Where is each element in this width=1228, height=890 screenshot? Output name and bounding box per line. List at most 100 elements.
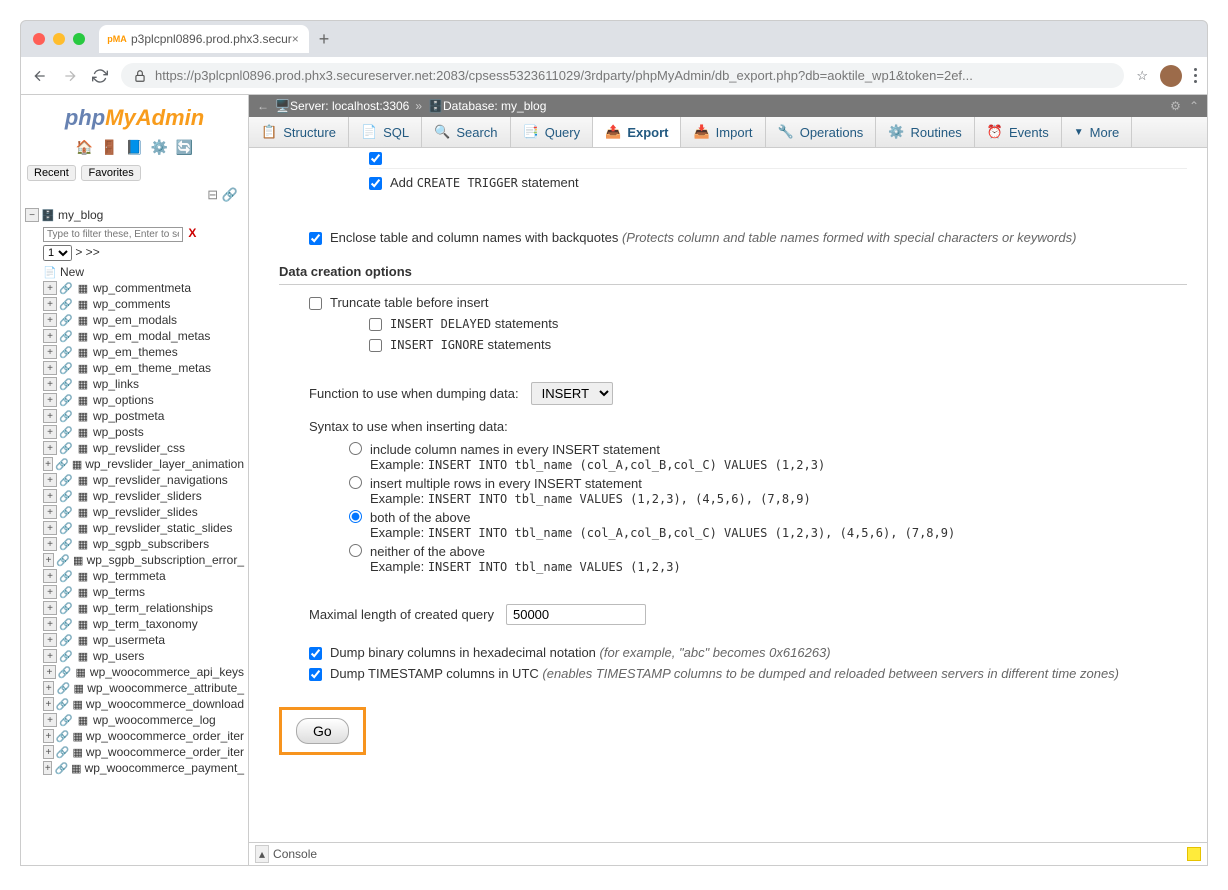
- expand-icon[interactable]: +: [43, 361, 57, 375]
- maxlen-input[interactable]: [506, 604, 646, 625]
- expand-icon[interactable]: +: [43, 729, 54, 743]
- table-item[interactable]: +🔗▦wp_sgpb_subscribers: [43, 536, 244, 552]
- expand-icon[interactable]: +: [43, 473, 57, 487]
- expand-icon[interactable]: +: [43, 457, 53, 471]
- table-item[interactable]: +🔗▦wp_terms: [43, 584, 244, 600]
- expand-icon[interactable]: +: [43, 329, 57, 343]
- table-item[interactable]: +🔗▦wp_revslider_css: [43, 440, 244, 456]
- expand-icon[interactable]: +: [43, 713, 57, 727]
- console-label[interactable]: Console: [273, 847, 317, 861]
- favorites-button[interactable]: Favorites: [81, 165, 140, 181]
- expand-icon[interactable]: +: [43, 761, 52, 775]
- enclose-backquotes-label[interactable]: Enclose table and column names with back…: [330, 230, 1076, 245]
- table-item[interactable]: +🔗▦wp_commentmeta: [43, 280, 244, 296]
- expand-icon[interactable]: +: [43, 633, 57, 647]
- radio-both[interactable]: [349, 510, 362, 523]
- expand-icon[interactable]: +: [43, 313, 57, 327]
- phpmyadmin-logo[interactable]: phpMyAdmin: [21, 95, 248, 135]
- table-item[interactable]: +🔗▦wp_woocommerce_log: [43, 712, 244, 728]
- expand-icon[interactable]: +: [43, 521, 57, 535]
- tab-import[interactable]: 📥Import: [681, 117, 765, 147]
- table-item[interactable]: +🔗▦wp_termmeta: [43, 568, 244, 584]
- tab-events[interactable]: ⏰Events: [975, 117, 1062, 147]
- browser-tab[interactable]: pMA p3plcpnl0896.prod.phx3.secur ×: [99, 25, 309, 53]
- expand-icon[interactable]: +: [43, 649, 57, 663]
- profile-avatar[interactable]: [1160, 65, 1182, 87]
- docs-icon[interactable]: 📘: [126, 139, 143, 155]
- expand-icon[interactable]: +: [43, 617, 57, 631]
- tab-routines[interactable]: ⚙️Routines: [876, 117, 975, 147]
- new-tab-button[interactable]: +: [319, 29, 330, 50]
- dump-timestamp-checkbox[interactable]: [309, 668, 322, 681]
- table-item[interactable]: +🔗▦wp_posts: [43, 424, 244, 440]
- table-item[interactable]: +🔗▦wp_options: [43, 392, 244, 408]
- window-close-button[interactable]: [33, 33, 45, 45]
- table-item[interactable]: +🔗▦wp_comments: [43, 296, 244, 312]
- page-select[interactable]: 1: [43, 245, 72, 261]
- table-item[interactable]: +🔗▦wp_em_themes: [43, 344, 244, 360]
- expand-icon[interactable]: +: [43, 425, 57, 439]
- dump-timestamp-label[interactable]: Dump TIMESTAMP columns in UTC (enables T…: [330, 666, 1119, 681]
- expand-icon[interactable]: +: [43, 537, 57, 551]
- expand-icon[interactable]: +: [43, 489, 57, 503]
- filter-input[interactable]: [43, 227, 183, 242]
- enclose-backquotes-checkbox[interactable]: [309, 232, 322, 245]
- table-item[interactable]: +🔗▦wp_revslider_static_slides: [43, 520, 244, 536]
- insert-ignore-label[interactable]: INSERT IGNORE statements: [390, 337, 551, 352]
- table-item[interactable]: +🔗▦wp_woocommerce_api_keys: [43, 664, 244, 680]
- table-item[interactable]: +🔗▦wp_links: [43, 376, 244, 392]
- table-item[interactable]: +🔗▦wp_woocommerce_payment_: [43, 760, 244, 776]
- radio-multiple-rows[interactable]: [349, 476, 362, 489]
- table-item[interactable]: +🔗▦wp_revslider_navigations: [43, 472, 244, 488]
- settings-icon[interactable]: ⚙️: [151, 139, 168, 155]
- pager-next[interactable]: > >>: [75, 245, 99, 259]
- table-item[interactable]: +🔗▦wp_term_taxonomy: [43, 616, 244, 632]
- nav-back-button[interactable]: [31, 67, 49, 85]
- collapse-up-icon[interactable]: ⌃: [1189, 99, 1199, 113]
- bookmark-star-icon[interactable]: ☆: [1136, 68, 1148, 84]
- browser-menu-icon[interactable]: [1194, 68, 1197, 83]
- expand-icon[interactable]: +: [43, 601, 57, 615]
- go-button[interactable]: Go: [296, 718, 349, 744]
- tab-structure[interactable]: 📋Structure: [249, 117, 349, 147]
- table-item[interactable]: +🔗▦wp_usermeta: [43, 632, 244, 648]
- expand-icon[interactable]: +: [43, 505, 57, 519]
- collapse-toggle-icon[interactable]: −: [25, 208, 39, 222]
- new-table-link[interactable]: 📄 New: [43, 264, 244, 280]
- tab-close-icon[interactable]: ×: [292, 32, 299, 46]
- expand-icon[interactable]: +: [43, 697, 54, 711]
- expand-icon[interactable]: +: [43, 585, 57, 599]
- table-item[interactable]: +🔗▦wp_woocommerce_download: [43, 696, 244, 712]
- expand-icon[interactable]: +: [43, 281, 57, 295]
- checkbox-cutoff[interactable]: [369, 152, 382, 165]
- sticky-note-icon[interactable]: [1187, 847, 1201, 861]
- gear-icon[interactable]: ⚙: [1170, 99, 1181, 113]
- logout-icon[interactable]: 🚪: [101, 139, 118, 155]
- table-item[interactable]: +🔗▦wp_users: [43, 648, 244, 664]
- table-item[interactable]: +🔗▦wp_sgpb_subscription_error_: [43, 552, 244, 568]
- home-icon[interactable]: 🏠: [76, 139, 93, 155]
- collapse-icon[interactable]: ⊟: [207, 187, 218, 202]
- dump-binary-checkbox[interactable]: [309, 647, 322, 660]
- window-maximize-button[interactable]: [73, 33, 85, 45]
- tab-search[interactable]: 🔍Search: [422, 117, 510, 147]
- table-item[interactable]: +🔗▦wp_term_relationships: [43, 600, 244, 616]
- tab-query[interactable]: 📑Query: [511, 117, 594, 147]
- dump-binary-label[interactable]: Dump binary columns in hexadecimal notat…: [330, 645, 831, 660]
- address-bar[interactable]: https://p3plcpnl0896.prod.phx3.secureser…: [121, 63, 1124, 88]
- expand-icon[interactable]: +: [43, 569, 57, 583]
- expand-icon[interactable]: +: [43, 393, 57, 407]
- function-select[interactable]: INSERT: [531, 382, 613, 405]
- console-toggle-icon[interactable]: ▴: [255, 845, 269, 863]
- insert-delayed-checkbox[interactable]: [369, 318, 382, 331]
- table-item[interactable]: +🔗▦wp_em_theme_metas: [43, 360, 244, 376]
- table-item[interactable]: +🔗▦wp_revslider_sliders: [43, 488, 244, 504]
- insert-delayed-label[interactable]: INSERT DELAYED statements: [390, 316, 558, 331]
- recent-button[interactable]: Recent: [27, 165, 76, 181]
- expand-icon[interactable]: +: [43, 665, 56, 679]
- expand-icon[interactable]: +: [43, 441, 57, 455]
- collapse-panel-icon[interactable]: ←: [257, 99, 269, 113]
- expand-icon[interactable]: +: [43, 553, 54, 567]
- truncate-label[interactable]: Truncate table before insert: [330, 295, 489, 310]
- expand-icon[interactable]: +: [43, 345, 57, 359]
